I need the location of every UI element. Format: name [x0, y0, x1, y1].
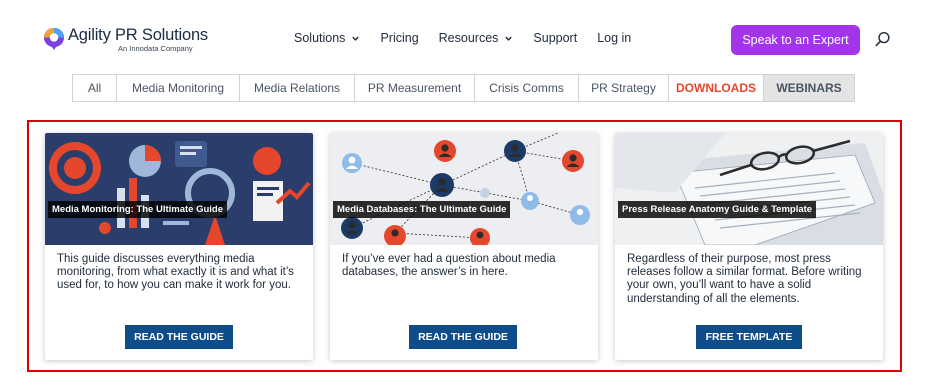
- category-filter-tabs: All Media Monitoring Media Relations PR …: [72, 74, 855, 102]
- tab-crisis-comms[interactable]: Crisis Comms: [475, 75, 579, 101]
- chevron-down-icon: [352, 36, 360, 41]
- card-description: Regardless of their purpose, most press …: [627, 253, 862, 305]
- nav-label: Support: [533, 31, 578, 45]
- search-icon[interactable]: [874, 31, 891, 48]
- nav-pricing[interactable]: Pricing: [380, 31, 418, 45]
- main-nav: Solutions Pricing Resources Support Log …: [294, 31, 651, 45]
- resource-card-press-release[interactable]: Press Release Anatomy Guide & Template R…: [615, 133, 883, 360]
- card-title-label: Media Monitoring: The Ultimate Guide: [48, 201, 227, 218]
- nav-label: Pricing: [380, 31, 419, 45]
- tab-pr-measurement[interactable]: PR Measurement: [355, 75, 475, 101]
- resource-card-media-databases[interactable]: Media Databases: The Ultimate Guide If y…: [330, 133, 598, 360]
- logo-mark-icon: [44, 28, 64, 50]
- site-header: Agility PR Solutions An Innodata Company…: [0, 0, 931, 72]
- nav-support[interactable]: Support: [533, 31, 577, 45]
- tab-downloads[interactable]: DOWNLOADS: [669, 75, 764, 101]
- logo[interactable]: Agility PR Solutions An Innodata Company: [43, 26, 208, 53]
- tab-pr-strategy[interactable]: PR Strategy: [579, 75, 669, 101]
- card-description: This guide discusses everything media mo…: [57, 253, 294, 292]
- nav-label: Solutions: [294, 31, 346, 45]
- nav-solutions[interactable]: Solutions: [294, 31, 360, 45]
- tab-all[interactable]: All: [73, 75, 117, 101]
- card-title-label: Press Release Anatomy Guide & Template: [618, 201, 817, 218]
- logo-name: Agility PR Solutions: [68, 26, 208, 44]
- logo-tagline: An Innodata Company: [118, 44, 193, 53]
- speak-to-expert-button[interactable]: Speak to an Expert: [731, 25, 860, 55]
- card-image: Press Release Anatomy Guide & Template: [615, 133, 883, 245]
- tab-webinars[interactable]: WEBINARS: [764, 75, 854, 101]
- card-image: Media Databases: The Ultimate Guide: [330, 133, 598, 245]
- card-title-label: Media Databases: The Ultimate Guide: [333, 201, 511, 218]
- card-description: If you’ve ever had a question about medi…: [342, 253, 556, 279]
- monitoring-illustration-icon: [45, 133, 313, 245]
- free-template-button[interactable]: FREE TEMPLATE: [696, 325, 802, 349]
- nav-label: Log in: [597, 31, 632, 45]
- network-illustration-icon: [330, 133, 598, 245]
- nav-resources[interactable]: Resources: [439, 31, 514, 45]
- card-image: Media Monitoring: The Ultimate Guide: [45, 133, 313, 245]
- tab-media-relations[interactable]: Media Relations: [240, 75, 355, 101]
- resource-card-media-monitoring[interactable]: Media Monitoring: The Ultimate Guide Thi…: [45, 133, 313, 360]
- newspaper-glasses-illustration-icon: [615, 133, 883, 245]
- nav-login[interactable]: Log in: [597, 31, 631, 45]
- chevron-down-icon: [505, 36, 513, 41]
- read-the-guide-button[interactable]: READ THE GUIDE: [409, 325, 517, 349]
- tab-media-monitoring[interactable]: Media Monitoring: [117, 75, 240, 101]
- nav-label: Resources: [438, 31, 499, 45]
- read-the-guide-button[interactable]: READ THE GUIDE: [125, 325, 233, 349]
